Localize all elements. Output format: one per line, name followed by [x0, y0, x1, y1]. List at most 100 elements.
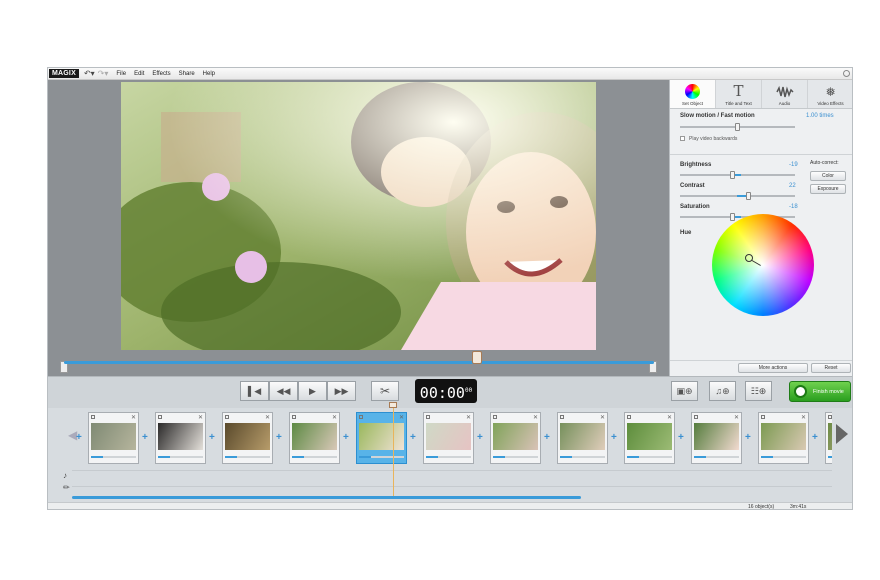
clip-checkbox[interactable]: [225, 415, 229, 419]
clip-trim-bar[interactable]: [761, 456, 806, 458]
menu-share[interactable]: Share: [179, 71, 195, 77]
saturation-slider-knob[interactable]: [730, 213, 735, 221]
clip-checkbox[interactable]: [426, 415, 430, 419]
tab-title-text[interactable]: T Title and Text: [716, 80, 762, 108]
scrub-track[interactable]: [64, 361, 654, 364]
storyboard-clip[interactable]: ✕: [423, 412, 474, 464]
clip-checkbox[interactable]: [292, 415, 296, 419]
finish-movie-button[interactable]: Finish movie: [789, 381, 851, 402]
clip-checkbox[interactable]: [560, 415, 564, 419]
clip-trim-bar[interactable]: [828, 456, 832, 458]
color-button[interactable]: Color: [810, 171, 846, 181]
menu-file[interactable]: File: [116, 71, 126, 77]
clip-remove-icon[interactable]: ✕: [600, 414, 605, 421]
clip-trim-bar[interactable]: [426, 456, 471, 458]
clip-trim-bar[interactable]: [225, 456, 270, 458]
go-to-start-button[interactable]: ▌◀: [240, 381, 269, 401]
storyboard-clip[interactable]: ✕: [222, 412, 273, 464]
insert-transition-icon[interactable]: +: [544, 432, 550, 443]
menu-effects[interactable]: Effects: [152, 71, 170, 77]
insert-transition-icon[interactable]: +: [142, 432, 148, 443]
insert-transition-icon[interactable]: +: [209, 432, 215, 443]
brightness-slider-knob[interactable]: [730, 171, 735, 179]
insert-transition-icon[interactable]: +: [410, 432, 416, 443]
rewind-button[interactable]: ◀◀: [269, 381, 298, 401]
insert-transition-icon[interactable]: +: [678, 432, 684, 443]
cut-button[interactable]: ✂: [371, 381, 399, 401]
storyboard-clip[interactable]: ✕: [490, 412, 541, 464]
storyboard-clip[interactable]: ✕: [289, 412, 340, 464]
storyboard-clip[interactable]: ✕: [624, 412, 675, 464]
clip-checkbox[interactable]: [828, 415, 832, 419]
clip-remove-icon[interactable]: ✕: [198, 414, 203, 421]
clip-trim-bar[interactable]: [292, 456, 337, 458]
clip-remove-icon[interactable]: ✕: [466, 414, 471, 421]
menu-help[interactable]: Help: [203, 71, 215, 77]
add-music-button[interactable]: ♫⊕: [709, 381, 736, 401]
clip-remove-icon[interactable]: ✕: [667, 414, 672, 421]
add-photo-video-button[interactable]: ▣⊕: [671, 381, 698, 401]
storyboard-clip[interactable]: ✕: [155, 412, 206, 464]
clip-checkbox[interactable]: [91, 415, 95, 419]
clip-checkbox[interactable]: [627, 415, 631, 419]
menu-edit[interactable]: Edit: [134, 71, 144, 77]
storyboard-clip[interactable]: ✕: [557, 412, 608, 464]
speed-slider-knob[interactable]: [735, 123, 740, 131]
fast-forward-button[interactable]: ▶▶: [327, 381, 356, 401]
window-menu-icon[interactable]: [843, 70, 850, 77]
insert-transition-icon[interactable]: +: [745, 432, 751, 443]
clip-checkbox[interactable]: [761, 415, 765, 419]
hue-color-wheel[interactable]: [712, 214, 814, 316]
clip-remove-icon[interactable]: ✕: [801, 414, 806, 421]
contrast-slider-knob[interactable]: [746, 192, 751, 200]
storyboard-clip[interactable]: ✕: [88, 412, 139, 464]
undo-icon[interactable]: ↶▾: [84, 69, 95, 78]
storyboard-scrollbar[interactable]: [72, 496, 581, 499]
clip-remove-icon[interactable]: ✕: [332, 414, 337, 421]
playhead-handle[interactable]: [389, 402, 397, 408]
storyboard-clip[interactable]: ✕: [758, 412, 809, 464]
tab-label: Title and Text: [725, 101, 752, 106]
clip-checkbox[interactable]: [493, 415, 497, 419]
more-actions-button[interactable]: More actions: [738, 363, 808, 373]
tab-set-object[interactable]: Set Object: [670, 80, 716, 108]
insert-transition-icon[interactable]: +: [812, 432, 818, 443]
speed-slider[interactable]: [680, 123, 795, 131]
add-film-button[interactable]: ☷⊕: [745, 381, 772, 401]
clip-trim-bar[interactable]: [91, 456, 136, 458]
brightness-slider[interactable]: [680, 171, 795, 179]
tab-label: Audio: [778, 101, 791, 106]
insert-transition-icon[interactable]: +: [477, 432, 483, 443]
exposure-button[interactable]: Exposure: [810, 184, 846, 194]
reset-button[interactable]: Reset: [811, 363, 851, 373]
tab-audio[interactable]: Audio: [762, 80, 808, 108]
tab-video-effects[interactable]: ❅ Video Effects: [808, 80, 852, 108]
insert-transition-icon[interactable]: +: [343, 432, 349, 443]
redo-icon[interactable]: ↷▾: [98, 69, 109, 78]
clip-checkbox[interactable]: [158, 415, 162, 419]
storyboard-clip[interactable]: ✕: [356, 412, 407, 464]
scroll-right-arrow-icon[interactable]: [836, 424, 848, 444]
insert-transition-icon[interactable]: +: [611, 432, 617, 443]
clip-checkbox[interactable]: [694, 415, 698, 419]
clip-checkbox[interactable]: [359, 415, 363, 419]
clip-remove-icon[interactable]: ✕: [399, 414, 404, 421]
insert-transition-icon[interactable]: +: [76, 432, 82, 443]
clip-trim-bar[interactable]: [694, 456, 739, 458]
play-backwards-checkbox[interactable]: [680, 136, 685, 141]
insert-transition-icon[interactable]: +: [276, 432, 282, 443]
storyboard-clip[interactable]: ✕: [825, 412, 832, 464]
clip-remove-icon[interactable]: ✕: [533, 414, 538, 421]
clip-remove-icon[interactable]: ✕: [265, 414, 270, 421]
clip-trim-bar[interactable]: [627, 456, 672, 458]
clip-remove-icon[interactable]: ✕: [131, 414, 136, 421]
clip-trim-bar[interactable]: [493, 456, 538, 458]
contrast-slider[interactable]: [680, 192, 795, 200]
storyboard-clip[interactable]: ✕: [691, 412, 742, 464]
scrub-handle[interactable]: [472, 351, 482, 364]
clip-trim-bar[interactable]: [158, 456, 203, 458]
clip-trim-bar[interactable]: [560, 456, 605, 458]
clip-remove-icon[interactable]: ✕: [734, 414, 739, 421]
clip-trim-bar[interactable]: [359, 456, 404, 458]
play-button[interactable]: ▶: [298, 381, 327, 401]
